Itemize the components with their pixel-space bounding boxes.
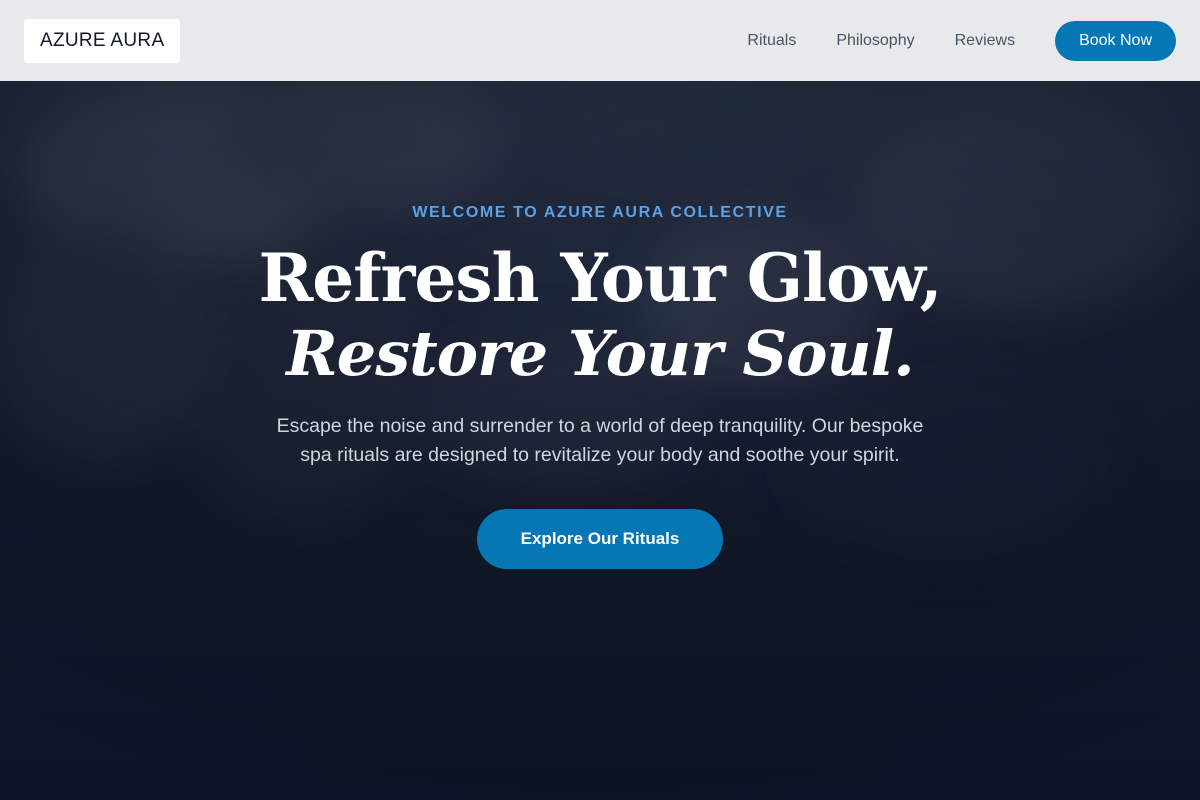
hero-section: WELCOME TO AZURE AURA COLLECTIVE Refresh…	[0, 81, 1200, 800]
headline-line-2: Restore Your Soul.	[286, 317, 914, 390]
nav-link-philosophy[interactable]: Philosophy	[836, 32, 914, 50]
explore-rituals-button[interactable]: Explore Our Rituals	[477, 509, 723, 569]
hero-description: Escape the noise and surrender to a worl…	[276, 415, 924, 466]
nav-link-reviews[interactable]: Reviews	[955, 32, 1015, 50]
main-nav: Rituals Philosophy Reviews Book Now	[747, 20, 1176, 61]
book-now-button[interactable]: Book Now	[1055, 20, 1176, 61]
hero-eyebrow: WELCOME TO AZURE AURA COLLECTIVE	[412, 204, 788, 221]
headline-line-1: Refresh Your Glow,	[258, 239, 942, 317]
nav-link-rituals[interactable]: Rituals	[747, 32, 796, 50]
brand-logo[interactable]: AZURE AURA	[24, 18, 181, 63]
hero-headline: Refresh Your Glow, Restore Your Soul.	[258, 239, 942, 392]
site-header: AZURE AURA Rituals Philosophy Reviews Bo…	[0, 0, 1200, 81]
hero-content: WELCOME TO AZURE AURA COLLECTIVE Refresh…	[0, 81, 1200, 569]
